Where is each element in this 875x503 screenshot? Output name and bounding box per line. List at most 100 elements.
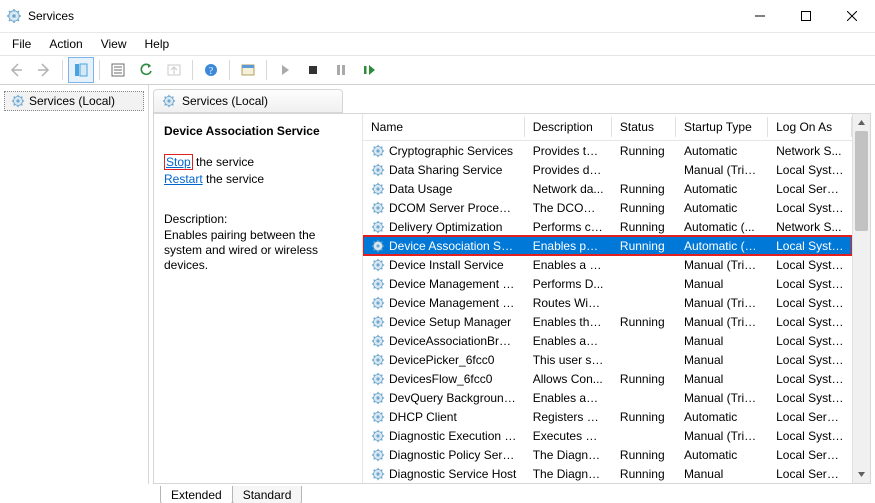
service-row[interactable]: DevicePicker_6fcc0This user ser...Manual…	[363, 350, 852, 369]
menu-action[interactable]: Action	[41, 35, 90, 53]
cell-desc: Performs co...	[525, 220, 612, 234]
service-row[interactable]: DCOM Server Process Laun...The DCOML...R…	[363, 198, 852, 217]
toolbar-separator	[266, 60, 267, 80]
vertical-scrollbar[interactable]	[852, 114, 870, 483]
gear-icon	[371, 467, 385, 481]
gear-icon	[371, 448, 385, 462]
service-row[interactable]: DHCP ClientRegisters an...RunningAutomat…	[363, 407, 852, 426]
gear-icon	[371, 258, 385, 272]
pause-service-button[interactable]	[328, 57, 354, 83]
cell-name: DHCP Client	[363, 410, 525, 424]
cell-startup: Manual	[676, 372, 768, 386]
service-row[interactable]: Device Install ServiceEnables a c...Manu…	[363, 255, 852, 274]
toolbar: ?	[0, 55, 875, 85]
col-header-start[interactable]: Startup Type	[676, 114, 768, 140]
cell-startup: Manual (Trig...	[676, 429, 768, 443]
service-row[interactable]: Data Sharing ServiceProvides da...Manual…	[363, 160, 852, 179]
props-dialog-button[interactable]	[235, 57, 261, 83]
refresh-button[interactable]	[133, 57, 159, 83]
toolbar-separator	[229, 60, 230, 80]
pane-header: Services (Local)	[153, 89, 343, 113]
show-tree-button[interactable]	[68, 57, 94, 83]
cell-status: Running	[612, 372, 676, 386]
service-row[interactable]: Device Management Enroll...Performs D...…	[363, 274, 852, 293]
cell-desc: Enables app...	[525, 334, 612, 348]
cell-desc: The Diagno...	[525, 467, 612, 481]
service-row[interactable]: Device Setup ManagerEnables the ...Runni…	[363, 312, 852, 331]
cell-startup: Automatic (...	[676, 220, 768, 234]
service-row[interactable]: DevicesFlow_6fcc0Allows Con...RunningMan…	[363, 369, 852, 388]
view-tabs: Extended Standard	[0, 484, 875, 503]
cell-name: DeviceAssociationBroker_6f...	[363, 334, 525, 348]
properties-button[interactable]	[105, 57, 131, 83]
cell-logon: Local Syste...	[768, 429, 852, 443]
toolbar-separator	[192, 60, 193, 80]
scroll-up-icon[interactable]	[853, 114, 870, 131]
gear-icon	[11, 94, 25, 108]
window-title: Services	[28, 9, 74, 23]
list-body: Cryptographic Services Provides thr... Run…	[363, 141, 852, 483]
tree-root-services[interactable]: Services (Local)	[4, 91, 144, 111]
col-header-desc[interactable]: Description	[525, 114, 612, 140]
menu-view[interactable]: View	[93, 35, 135, 53]
cell-logon: Local Syste...	[768, 353, 852, 367]
cell-logon: Local Syste...	[768, 201, 852, 215]
stop-suffix: the service	[193, 155, 254, 169]
tab-extended[interactable]: Extended	[160, 486, 233, 503]
service-name-text: Diagnostic Execution Service	[389, 429, 517, 443]
service-row[interactable]: Cryptographic ServicesProvides thr...Run…	[363, 141, 852, 160]
export-button[interactable]	[161, 57, 187, 83]
service-name-text: DevicesFlow_6fcc0	[389, 372, 517, 386]
cell-startup: Manual	[676, 353, 768, 367]
svg-text:?: ?	[209, 66, 214, 77]
nav-forward-button[interactable]	[31, 57, 57, 83]
cell-status: Running	[612, 220, 676, 234]
service-detail-panel: Device Association Service Stop the serv…	[154, 114, 363, 483]
cell-logon: Network S...	[768, 144, 852, 158]
help-button[interactable]: ?	[198, 57, 224, 83]
gear-icon	[371, 353, 385, 367]
restart-link[interactable]: Restart	[164, 172, 203, 186]
service-row[interactable]: Diagnostic Execution ServiceExecutes di.…	[363, 426, 852, 445]
col-header-logon[interactable]: Log On As	[768, 114, 852, 140]
cell-startup: Manual (Trig...	[676, 163, 768, 177]
cell-desc: Provides thr...	[525, 144, 612, 158]
cell-status: Running	[612, 182, 676, 196]
service-row[interactable]: Diagnostic Policy ServiceThe Diagno...Ru…	[363, 445, 852, 464]
cell-name: Delivery Optimization	[363, 220, 525, 234]
service-name-text: Device Management Wirele...	[389, 296, 517, 310]
gear-icon	[371, 220, 385, 234]
service-row[interactable]: DevQuery Background Disc...Enables app..…	[363, 388, 852, 407]
restart-service-button[interactable]	[356, 57, 382, 83]
cell-logon: Local Service	[768, 448, 852, 462]
service-name-text: Device Management Enroll...	[389, 277, 517, 291]
service-name-text: Device Association Service	[389, 239, 517, 253]
minimize-button[interactable]	[737, 0, 783, 32]
start-service-button[interactable]	[272, 57, 298, 83]
stop-service-button[interactable]	[300, 57, 326, 83]
stop-link[interactable]: Stop	[164, 154, 193, 170]
service-row[interactable]: Delivery OptimizationPerforms co...Runni…	[363, 217, 852, 236]
nav-back-button[interactable]	[3, 57, 29, 83]
scroll-down-icon[interactable]	[853, 466, 870, 483]
tab-standard[interactable]: Standard	[232, 486, 303, 503]
service-row[interactable]: Device Association ServiceEnables pair..…	[363, 236, 852, 255]
col-header-status[interactable]: Status	[612, 114, 676, 140]
maximize-button[interactable]	[783, 0, 829, 32]
menu-file[interactable]: File	[4, 35, 39, 53]
service-row[interactable]: Diagnostic Service HostThe Diagno...Runn…	[363, 464, 852, 483]
tree-pane: Services (Local)	[0, 85, 149, 484]
cell-status: Running	[612, 448, 676, 462]
service-name-text: Cryptographic Services	[389, 144, 517, 158]
cell-name: DevQuery Background Disc...	[363, 391, 525, 405]
service-name-text: DCOM Server Process Laun...	[389, 201, 517, 215]
col-header-name[interactable]: Name	[363, 114, 525, 140]
service-row[interactable]: Device Management Wirele...Routes Wire..…	[363, 293, 852, 312]
scroll-thumb[interactable]	[855, 131, 868, 231]
menu-help[interactable]: Help	[137, 35, 178, 53]
service-row[interactable]: Data UsageNetwork da...RunningAutomaticL…	[363, 179, 852, 198]
details-pane: Services (Local) Device Association Serv…	[149, 85, 875, 484]
close-button[interactable]	[829, 0, 875, 32]
gear-icon	[371, 239, 385, 253]
service-row[interactable]: DeviceAssociationBroker_6f...Enables app…	[363, 331, 852, 350]
